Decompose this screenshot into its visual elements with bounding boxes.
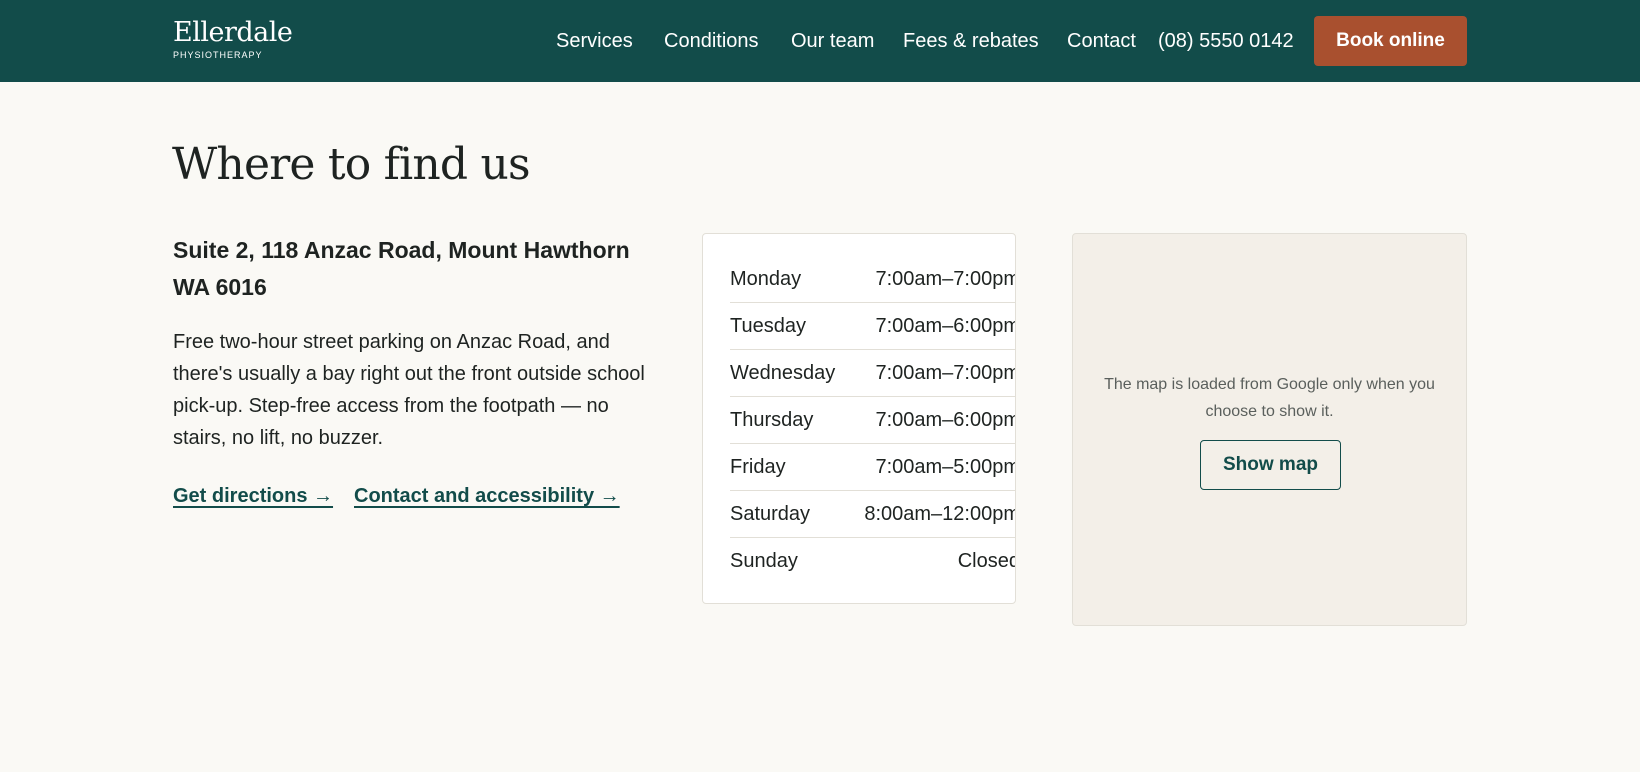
hours-row: Wednesday 7:00am–7:00pm <box>730 349 1015 397</box>
nav-services[interactable]: Services <box>556 29 633 53</box>
get-directions-link[interactable]: Get directions → <box>173 484 333 508</box>
parking-info: Free two-hour street parking on Anzac Ro… <box>173 331 645 449</box>
nav-conditions[interactable]: Conditions <box>664 29 759 53</box>
page-title: Where to find us <box>172 139 531 190</box>
hours-row: Sunday Closed <box>730 538 1016 585</box>
contact-accessibility-link[interactable]: Contact and accessibility → <box>354 484 620 508</box>
opening-hours-card: Monday 7:00am–7:00pm Tuesday 7:00am–6:00pm… <box>702 233 1016 604</box>
show-map-button[interactable]: Show map <box>1200 440 1341 490</box>
hours-day: Thursday <box>730 396 847 444</box>
map-placeholder: The map is loaded from Google only when … <box>1072 233 1467 626</box>
hours-time: 7:00am–6:00pm <box>846 302 1015 350</box>
hours-time: 7:00am–7:00pm <box>846 349 1015 397</box>
hours-day: Tuesday <box>730 302 847 350</box>
hours-row: Tuesday 7:00am–6:00pm <box>730 302 1015 350</box>
hours-row: Saturday 8:00am–12:00pm <box>730 490 1015 538</box>
nav-fees-rebates[interactable]: Fees & rebates <box>903 29 1039 53</box>
site-header: Ellerdale PHYSIOTHERAPY Services Conditi… <box>0 0 1640 82</box>
hours-day: Saturday <box>730 490 847 538</box>
clinic-address: Suite 2, 118 Anzac Road, Mount Hawthorn … <box>173 237 630 300</box>
hours-day: Monday <box>730 256 847 303</box>
nav-our-team[interactable]: Our team <box>791 29 874 53</box>
logo-subtitle: PHYSIOTHERAPY <box>173 50 263 60</box>
map-consent-note: The map is loaded from Google only when … <box>1104 376 1435 420</box>
book-online-button[interactable]: Book online <box>1314 16 1467 66</box>
logo-name: Ellerdale <box>173 17 293 48</box>
hours-time: 7:00am–7:00pm <box>846 256 1015 303</box>
hours-row: Thursday 7:00am–6:00pm <box>730 396 1015 444</box>
hours-day: Friday <box>730 443 847 491</box>
hours-time: 8:00am–12:00pm <box>846 490 1015 538</box>
hours-time: 7:00am–5:00pm <box>846 443 1015 491</box>
hours-time: 7:00am–6:00pm <box>846 396 1015 444</box>
nav-contact[interactable]: Contact <box>1067 29 1136 53</box>
hours-row: Friday 7:00am–5:00pm <box>730 443 1015 491</box>
hours-day: Wednesday <box>730 349 847 397</box>
phone-link[interactable]: (08) 5550 0142 <box>1158 29 1294 53</box>
hours-row: Monday 7:00am–7:00pm <box>730 256 1015 303</box>
hours-time: Closed <box>957 550 1016 572</box>
hours-day: Sunday <box>730 550 798 572</box>
logo[interactable]: Ellerdale PHYSIOTHERAPY <box>173 17 293 61</box>
opening-hours-table: Monday 7:00am–7:00pm Tuesday 7:00am–6:00pm… <box>730 256 1016 585</box>
